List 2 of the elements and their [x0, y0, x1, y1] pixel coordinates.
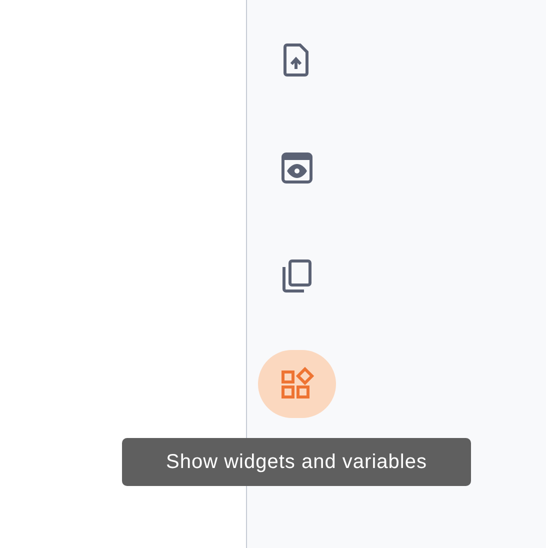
preview-icon: [279, 150, 315, 186]
tooltip: Show widgets and variables: [122, 438, 471, 486]
